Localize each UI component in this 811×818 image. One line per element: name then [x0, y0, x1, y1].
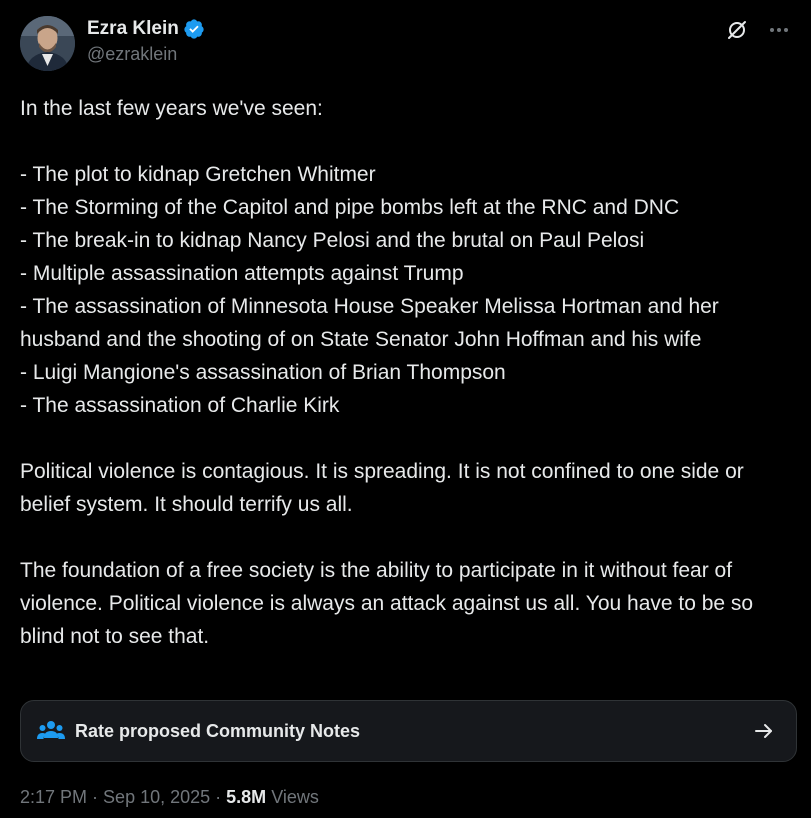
- more-horizontal-icon[interactable]: [767, 18, 791, 42]
- verified-badge-icon[interactable]: [183, 18, 205, 40]
- arrow-right-icon: [752, 719, 776, 743]
- rate-community-notes-button[interactable]: Rate proposed Community Notes: [20, 700, 797, 762]
- avatar[interactable]: [20, 16, 75, 71]
- views-count: 5.8M: [226, 787, 267, 807]
- author-display-name[interactable]: Ezra Klein: [87, 18, 179, 40]
- views-label: Views: [266, 787, 319, 807]
- header-actions: [725, 18, 791, 42]
- tweet-date[interactable]: Sep 10, 2025: [103, 787, 210, 808]
- meta-separator: ·: [210, 787, 227, 807]
- author-block: Ezra Klein @ezraklein: [87, 16, 205, 65]
- tweet-meta: 2:17 PM · Sep 10, 2025 · 5.8M Views: [20, 787, 319, 808]
- meta-separator: ·: [87, 787, 104, 807]
- community-notes-label: Rate proposed Community Notes: [75, 720, 361, 741]
- avatar-image: [20, 16, 75, 71]
- author-handle[interactable]: @ezraklein: [87, 44, 205, 65]
- people-group-icon: [37, 719, 65, 743]
- tweet-text: In the last few years we've seen: - The …: [20, 97, 754, 648]
- tweet-time[interactable]: 2:17 PM: [20, 787, 87, 808]
- tweet-header: Ezra Klein @ezraklein: [20, 14, 791, 72]
- grok-slash-circle-icon[interactable]: [725, 18, 749, 42]
